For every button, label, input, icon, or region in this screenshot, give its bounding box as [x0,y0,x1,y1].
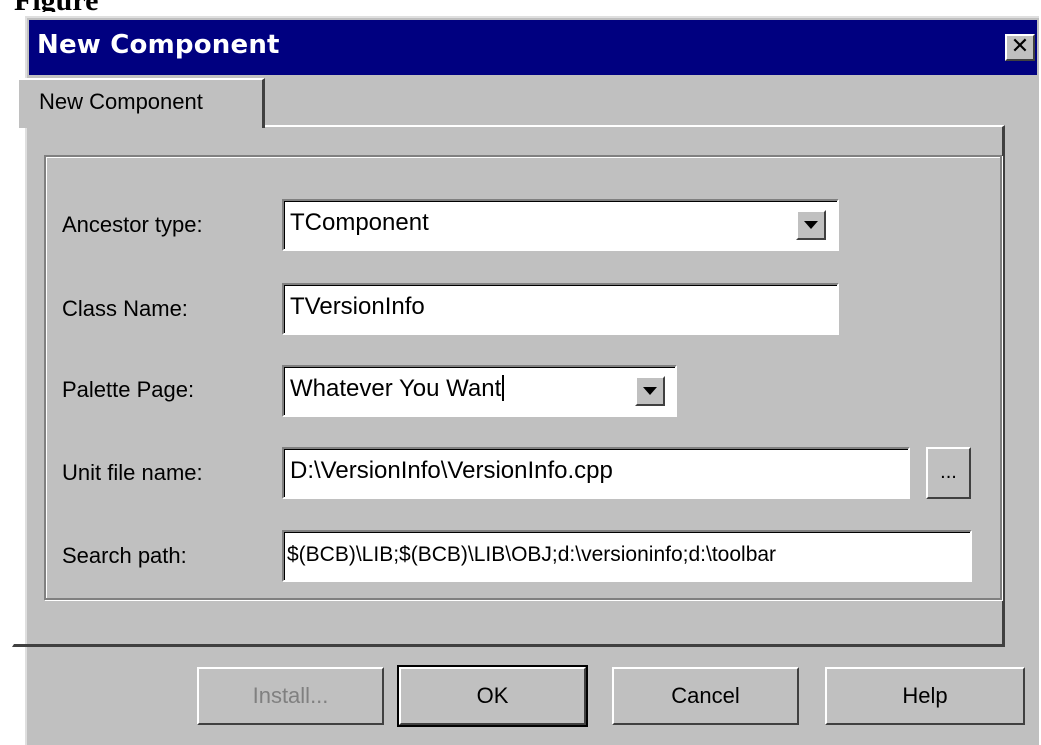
ancestor-type-dropdown-button[interactable] [796,210,826,240]
search-path-input[interactable]: $(BCB)\LIB;$(BCB)\LIB\OBJ;d:\versioninfo… [282,530,972,582]
palette-page-combobox[interactable]: Whatever You Want [282,365,677,417]
cancel-button[interactable]: Cancel [612,667,799,725]
class-name-label-text: Class Name: [62,296,188,321]
close-icon: ✕ [1010,34,1030,59]
class-name-value: TVersionInfo [290,293,425,320]
unit-file-name-label: Unit file name: [62,460,203,486]
class-name-input[interactable]: TVersionInfo [282,283,839,335]
help-button[interactable]: Help [825,667,1025,725]
unit-file-name-value: D:\VersionInfo\VersionInfo.cpp [290,457,613,484]
ancestor-type-label-text: Ancestor type: [62,212,203,237]
close-button[interactable]: ✕ [1005,34,1035,61]
palette-page-label-text: Palette Page: [62,377,195,402]
text-caret [502,375,505,401]
ancestor-type-value: TComponent [290,209,429,236]
search-path-label-text: Search path: [62,543,187,568]
unit-file-name-label-text: Unit file name: [62,460,203,485]
ancestor-type-label: Ancestor type: [62,212,203,238]
search-path-label: Search path: [62,543,187,569]
ok-button[interactable]: OK [397,665,588,727]
ancestor-type-combobox[interactable]: TComponent [282,199,839,251]
title-bar[interactable]: New Component ✕ [29,20,1037,75]
browse-button[interactable]: ... [926,447,971,499]
install-button[interactable]: Install... [197,667,384,725]
search-path-value: $(BCB)\LIB;$(BCB)\LIB\OBJ;d:\versioninfo… [287,543,777,566]
class-name-label: Class Name: [62,296,188,322]
tab-new-component[interactable]: New Component [17,78,265,128]
palette-page-value: Whatever You Want [290,375,502,402]
palette-page-dropdown-button[interactable] [635,376,665,406]
unit-file-name-input[interactable]: D:\VersionInfo\VersionInfo.cpp [282,447,910,499]
window-title: New Component [37,30,280,60]
palette-page-label: Palette Page: [62,377,194,403]
figure-caption: Figure [14,0,98,12]
